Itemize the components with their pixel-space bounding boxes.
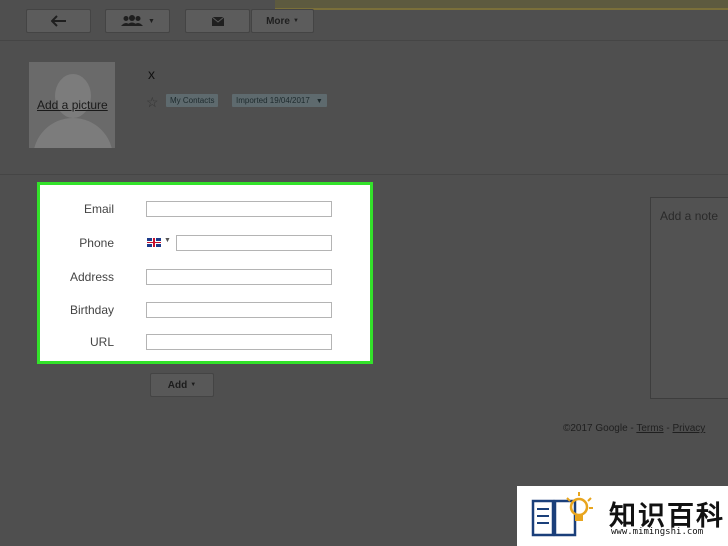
toolbar-divider bbox=[0, 40, 728, 41]
birthday-field[interactable] bbox=[146, 302, 332, 318]
more-button[interactable]: More ▼ bbox=[251, 9, 314, 33]
back-arrow-icon bbox=[50, 15, 66, 27]
watermark-url: www.mimingshi.com bbox=[611, 527, 704, 537]
phone-field[interactable] bbox=[176, 235, 332, 251]
url-field[interactable] bbox=[146, 334, 332, 350]
notice-bar bbox=[275, 0, 728, 10]
chip-label: My Contacts bbox=[170, 96, 215, 105]
groups-button[interactable]: ▼ bbox=[105, 9, 170, 33]
avatar[interactable]: Add a picture bbox=[29, 62, 115, 148]
birthday-row: Birthday bbox=[40, 302, 370, 320]
address-label: Address bbox=[69, 270, 114, 284]
privacy-link[interactable]: Privacy bbox=[672, 423, 705, 434]
avatar-shoulders-shape bbox=[33, 118, 113, 148]
terms-link[interactable]: Terms bbox=[636, 423, 663, 434]
back-button[interactable] bbox=[26, 9, 91, 33]
chevron-down-icon: ▼ bbox=[315, 98, 323, 105]
more-label: More bbox=[266, 15, 290, 27]
watermark: 知识百科 www.mimingshi.com bbox=[517, 486, 728, 546]
chip-imported[interactable]: Imported 19/04/2017 ▼ bbox=[232, 94, 327, 107]
note-placeholder: Add a note bbox=[660, 209, 719, 223]
chevron-down-icon[interactable]: ▼ bbox=[164, 237, 171, 244]
url-label: URL bbox=[89, 335, 114, 349]
add-field-button[interactable]: Add ▼ bbox=[150, 373, 214, 397]
email-label: Email bbox=[83, 202, 114, 216]
chip-my-contacts[interactable]: My Contacts bbox=[166, 94, 219, 107]
phone-row: Phone ▼ bbox=[40, 235, 370, 253]
contact-form-panel: Email Phone ▼ Address Birthday URL bbox=[37, 182, 373, 364]
birthday-label: Birthday bbox=[69, 303, 114, 317]
book-lightbulb-icon bbox=[531, 492, 593, 537]
chevron-down-icon: ▼ bbox=[292, 18, 299, 24]
uk-flag-icon[interactable] bbox=[147, 238, 161, 247]
address-field[interactable] bbox=[146, 269, 332, 285]
contact-name: x bbox=[148, 66, 155, 82]
note-textarea[interactable]: Add a note bbox=[650, 197, 728, 399]
phone-label: Phone bbox=[79, 236, 114, 250]
chevron-down-icon: ▼ bbox=[190, 382, 197, 388]
add-label: Add bbox=[167, 379, 188, 391]
header-divider bbox=[0, 174, 728, 175]
chip-label: Imported 19/04/2017 bbox=[236, 96, 310, 105]
copyright-text: ©2017 Google bbox=[563, 423, 628, 434]
people-icon bbox=[121, 15, 144, 26]
envelope-icon bbox=[211, 16, 224, 26]
star-icon[interactable]: ☆ bbox=[146, 94, 159, 111]
email-field[interactable] bbox=[146, 201, 332, 217]
url-row: URL bbox=[40, 334, 370, 352]
email-button[interactable] bbox=[185, 9, 250, 33]
address-row: Address bbox=[40, 269, 370, 287]
chevron-down-icon: ▼ bbox=[148, 17, 155, 25]
add-picture-link[interactable]: Add a picture bbox=[37, 98, 108, 112]
email-row: Email bbox=[40, 201, 370, 219]
footer: ©2017 Google - Terms - Privacy bbox=[563, 423, 706, 434]
